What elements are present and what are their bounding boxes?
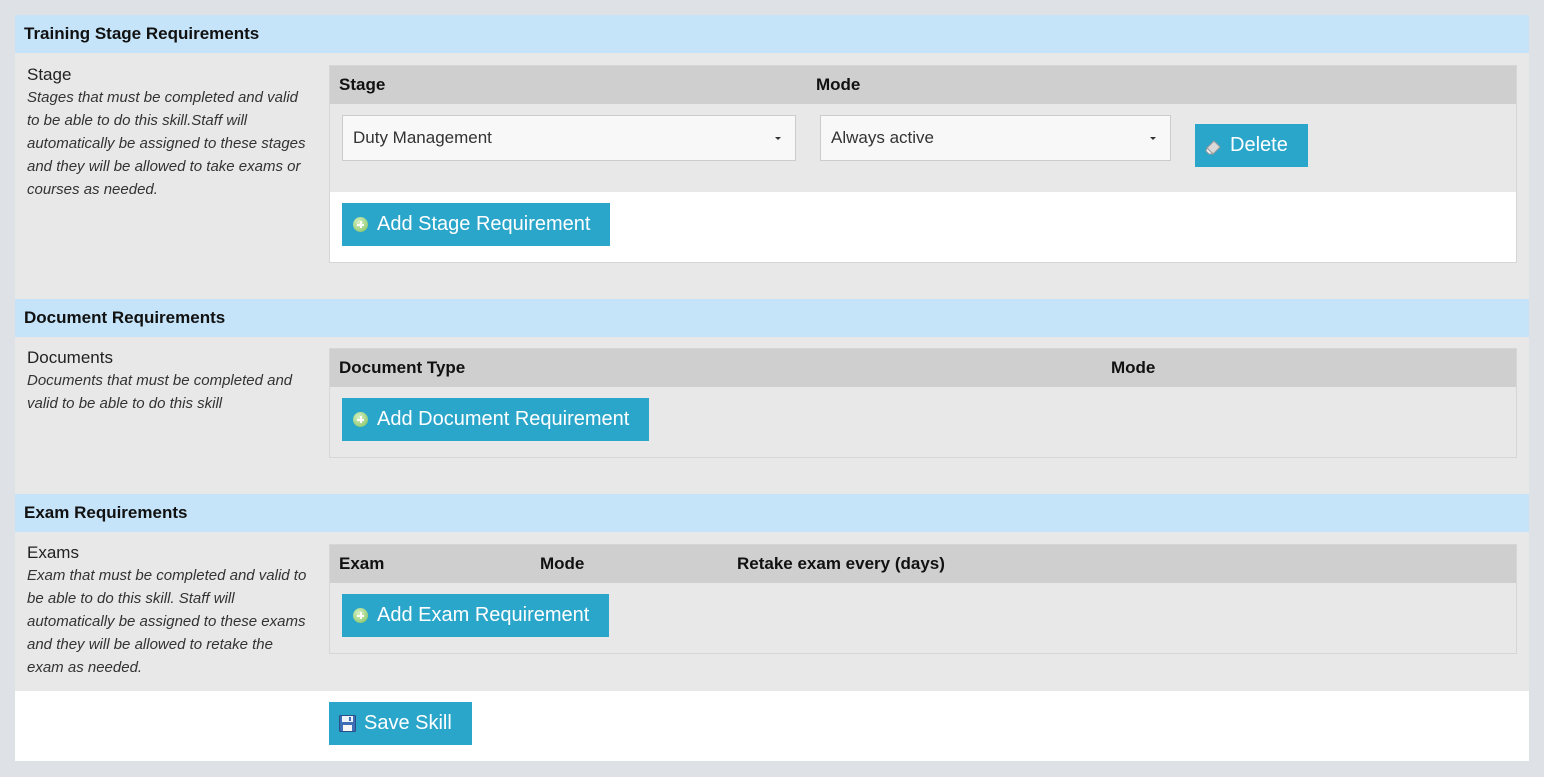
chevron-down-icon <box>1150 137 1156 140</box>
stage-description-block: Stage Stages that must be completed and … <box>27 63 312 201</box>
column-header-mode: Mode <box>540 554 585 573</box>
add-circle-icon <box>353 217 368 232</box>
chevron-down-icon <box>775 137 781 140</box>
stage-description: Stages that must be completed and valid … <box>27 89 306 198</box>
column-header-mode: Mode <box>816 75 861 94</box>
documents-title: Documents <box>27 348 113 367</box>
exams-description: Exam that must be completed and valid to… <box>27 567 307 676</box>
skill-requirements-panel: Training Stage Requirements Stage Stages… <box>15 15 1529 761</box>
stage-select-value: Duty Management <box>353 128 492 147</box>
document-requirements-header: Document Requirements <box>15 299 1529 337</box>
save-skill-label: Save Skill <box>364 712 452 734</box>
stage-select[interactable]: Duty Management <box>342 115 796 161</box>
stage-requirement-row: Duty Management Always active Delete <box>330 104 1516 192</box>
exams-title: Exams <box>27 543 79 562</box>
save-skill-button[interactable]: Save Skill <box>329 702 472 745</box>
mode-select-value: Always active <box>831 128 934 147</box>
column-header-retake-days: Retake exam every (days) <box>737 554 945 573</box>
add-stage-requirement-label: Add Stage Requirement <box>377 213 591 235</box>
training-stage-requirements-header: Training Stage Requirements <box>15 15 1529 53</box>
add-document-requirement-button[interactable]: Add Document Requirement <box>342 398 649 441</box>
add-exam-requirement-label: Add Exam Requirement <box>377 604 590 626</box>
stage-requirements-grid: Stage Mode Duty Management Always active… <box>329 65 1517 263</box>
stage-title: Stage <box>27 65 72 84</box>
column-header-exam: Exam <box>339 554 385 573</box>
add-circle-icon <box>353 412 368 427</box>
add-stage-requirement-button[interactable]: Add Stage Requirement <box>342 203 610 246</box>
documents-description: Documents that must be completed and val… <box>27 372 293 412</box>
document-requirements-grid: Document Type Mode Add Document Requirem… <box>329 348 1517 458</box>
exam-requirements-header: Exam Requirements <box>15 494 1529 532</box>
add-document-requirement-label: Add Document Requirement <box>377 408 630 430</box>
stage-grid-header: Stage Mode <box>330 66 1516 104</box>
add-exam-requirement-button[interactable]: Add Exam Requirement <box>342 594 609 637</box>
add-circle-icon <box>353 608 368 623</box>
eraser-icon <box>1205 140 1221 155</box>
delete-stage-button[interactable]: Delete <box>1195 124 1308 167</box>
mode-select[interactable]: Always active <box>820 115 1171 161</box>
documents-description-block: Documents Documents that must be complet… <box>27 346 312 415</box>
exams-description-block: Exams Exam that must be completed and va… <box>27 541 312 679</box>
delete-button-label: Delete <box>1230 134 1288 156</box>
exam-grid-header: Exam Mode Retake exam every (days) <box>330 545 1516 583</box>
column-header-stage: Stage <box>339 75 386 94</box>
floppy-disk-icon <box>339 715 356 732</box>
column-header-mode: Mode <box>1111 358 1156 377</box>
exam-requirements-grid: Exam Mode Retake exam every (days) Add E… <box>329 544 1517 654</box>
column-header-document-type: Document Type <box>339 358 466 377</box>
form-footer: Save Skill <box>15 691 1529 761</box>
document-grid-header: Document Type Mode <box>330 349 1516 387</box>
